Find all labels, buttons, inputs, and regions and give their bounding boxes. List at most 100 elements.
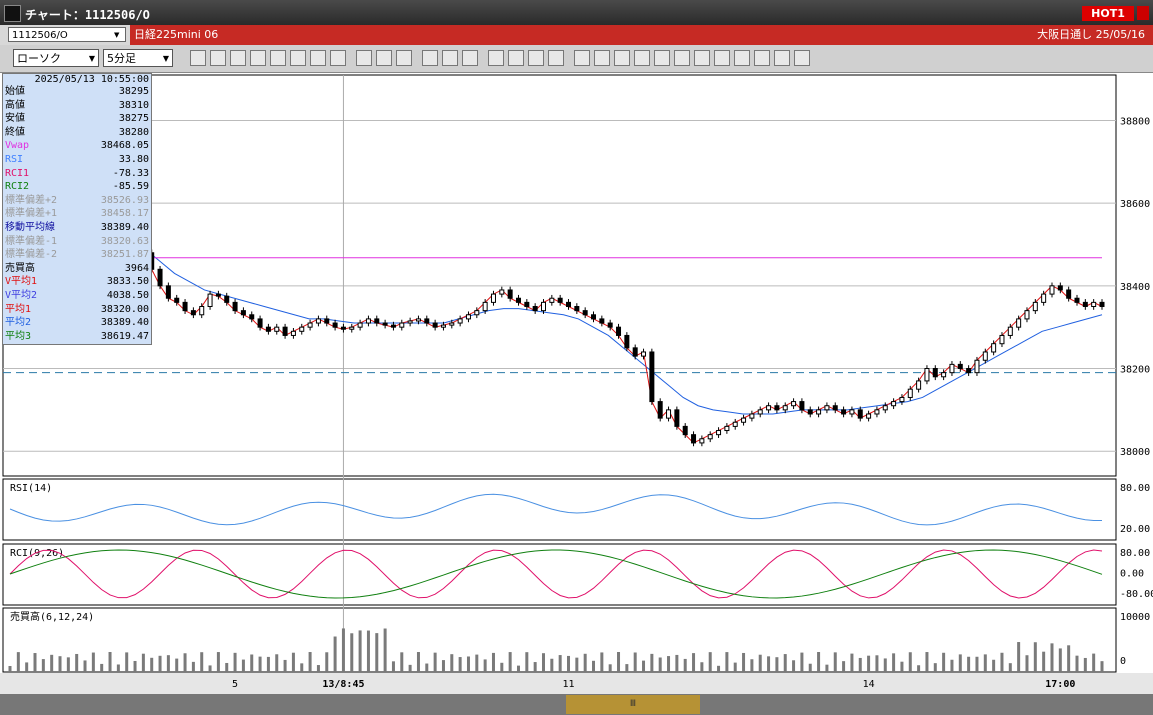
x-axis-label: 13/8:45 xyxy=(322,679,364,690)
candle-body xyxy=(882,405,888,411)
chart-type-select[interactable]: ローソク ▼ xyxy=(13,49,99,67)
volume-bar xyxy=(291,652,295,672)
volume-bar xyxy=(483,659,487,672)
info-key: 終値 xyxy=(5,126,25,138)
info-icon[interactable] xyxy=(574,50,590,66)
mre-icon[interactable] xyxy=(654,50,670,66)
candle-body xyxy=(1099,301,1105,308)
info-row: RCI1 -78.33 xyxy=(3,167,151,181)
volume-bar xyxy=(983,654,987,672)
prev-icon[interactable] xyxy=(356,50,372,66)
window-icon[interactable] xyxy=(794,50,810,66)
info-row: V平均1 3833.50 xyxy=(3,275,151,289)
volume-bar xyxy=(942,652,946,672)
vol-icon[interactable] xyxy=(594,50,610,66)
atr-icon[interactable] xyxy=(694,50,710,66)
info-row: 高値 38310 xyxy=(3,99,151,113)
candle-body xyxy=(382,322,388,326)
volume-bar xyxy=(116,664,120,672)
copy-icon[interactable] xyxy=(290,50,306,66)
candle-body xyxy=(524,301,530,308)
info-key: 始値 xyxy=(5,86,25,97)
next-icon[interactable] xyxy=(376,50,392,66)
volume-bar xyxy=(967,656,971,672)
volume-bar xyxy=(408,664,412,672)
price-tick-label: 38600 xyxy=(1120,199,1150,210)
candle-body xyxy=(415,318,421,322)
mark-icon[interactable] xyxy=(548,50,564,66)
trash-icon[interactable] xyxy=(330,50,346,66)
volume-bar xyxy=(600,652,604,672)
chevron-down-icon: ▼ xyxy=(162,54,169,63)
volume-bar xyxy=(366,630,370,672)
eraser-icon[interactable] xyxy=(250,50,266,66)
candle-body xyxy=(932,368,938,378)
all-icon[interactable] xyxy=(396,50,412,66)
volume-bar xyxy=(33,653,37,672)
volume-bar xyxy=(358,630,362,672)
interval-select[interactable]: 5分足 ▼ xyxy=(103,49,173,67)
candle-body xyxy=(424,318,430,324)
symbol-code-text: 1112506/O xyxy=(12,30,68,41)
info-row: 安値 38275 xyxy=(3,112,151,126)
zoom-icon[interactable] xyxy=(190,50,206,66)
volume-bar xyxy=(516,665,520,672)
search-icon[interactable] xyxy=(508,50,524,66)
grid-icon[interactable] xyxy=(528,50,544,66)
bb-icon[interactable] xyxy=(634,50,650,66)
volume-bar xyxy=(325,652,329,672)
candle-body xyxy=(282,326,288,336)
volume-bar xyxy=(216,652,220,672)
time-scrollbar[interactable]: Ⅲ xyxy=(0,694,1153,715)
hl-icon[interactable] xyxy=(674,50,690,66)
candle-body xyxy=(249,314,255,320)
color-icon[interactable] xyxy=(462,50,478,66)
volume-bar xyxy=(1042,651,1046,672)
rci-tick-label: 0.00 xyxy=(1120,569,1144,580)
volume-bar xyxy=(416,652,420,672)
info-key: 標準偏差+2 xyxy=(5,194,58,206)
candle-body xyxy=(299,326,305,332)
volume-bar xyxy=(466,656,470,672)
close-icon[interactable] xyxy=(1137,6,1149,20)
volume-bar xyxy=(633,652,637,672)
info-row: 標準偏差-2 38251.87 xyxy=(3,248,151,262)
volume-bar xyxy=(391,661,395,672)
pq-icon[interactable] xyxy=(714,50,730,66)
rsi-tick-label: 20.00 xyxy=(1120,524,1150,535)
volume-bar xyxy=(625,664,629,672)
info-value: 38295 xyxy=(118,86,149,97)
scrollbar-thumb[interactable]: Ⅲ xyxy=(566,695,700,714)
save-icon[interactable] xyxy=(488,50,504,66)
price-tick-label: 38200 xyxy=(1120,365,1150,376)
info-key: 高値 xyxy=(5,99,25,111)
candle-body xyxy=(749,413,755,419)
candle-body xyxy=(799,401,805,411)
volume-bar xyxy=(675,654,679,672)
settings-icon[interactable] xyxy=(422,50,438,66)
candle-body xyxy=(941,372,947,378)
chart-area[interactable]: 38800 38600 38400 38200 38000 RSI(14) 80.00 20.… xyxy=(0,73,1153,694)
symbol-dropdown-icon[interactable]: ▼ xyxy=(114,31,119,39)
volume-bar xyxy=(1050,643,1054,672)
volume-bar xyxy=(742,652,746,672)
crosshair-icon[interactable] xyxy=(210,50,226,66)
candle-body xyxy=(432,322,438,328)
volume-bar xyxy=(475,654,479,672)
symbol-code-input[interactable]: 1112506/O xyxy=(8,27,126,42)
cursor-icon[interactable] xyxy=(270,50,286,66)
candle-body xyxy=(482,301,488,312)
pen-icon[interactable] xyxy=(230,50,246,66)
log-icon[interactable] xyxy=(774,50,790,66)
pvt-icon[interactable] xyxy=(734,50,750,66)
hot-button[interactable]: HOT1 xyxy=(1082,6,1134,21)
edit-icon[interactable] xyxy=(442,50,458,66)
candle-body xyxy=(507,289,513,299)
volume-bar xyxy=(350,633,354,672)
frame-icon[interactable] xyxy=(754,50,770,66)
mr-icon[interactable] xyxy=(614,50,630,66)
memo-icon[interactable] xyxy=(310,50,326,66)
info-value: 38526.93 xyxy=(100,194,149,206)
candle-body xyxy=(982,351,988,361)
volume-bar xyxy=(658,657,662,672)
